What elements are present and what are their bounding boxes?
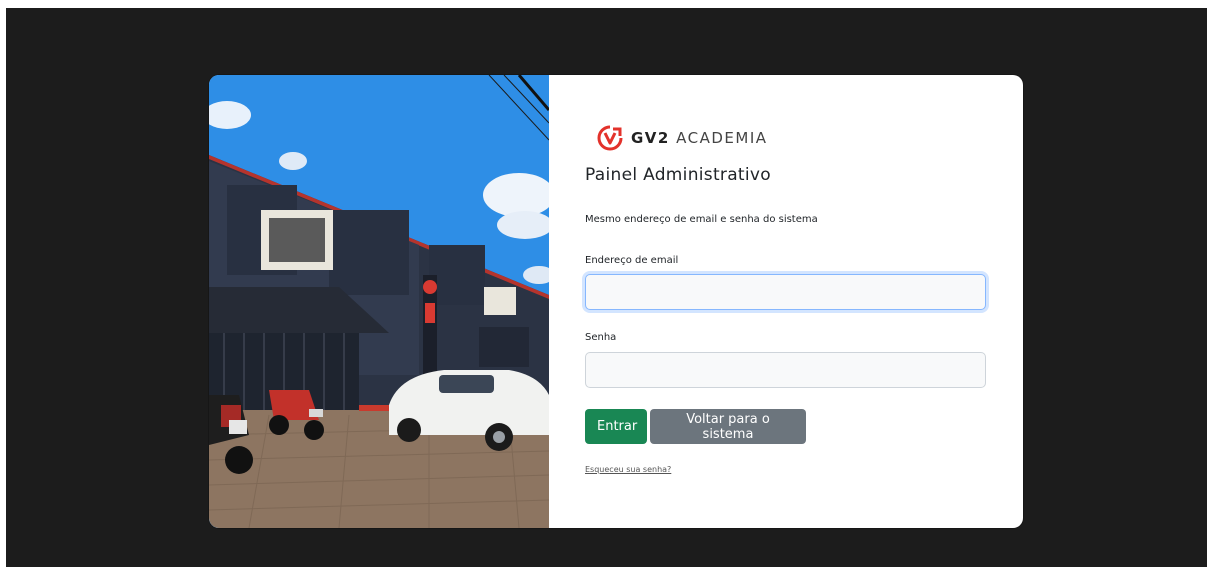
login-card: GV2 ACADEMIA Painel Administrativo Mesmo… xyxy=(209,75,1023,528)
back-to-system-button[interactable]: Voltar para o sistema xyxy=(650,409,806,444)
page-title: Painel Administrativo xyxy=(585,165,771,185)
brand-logo: GV2 ACADEMIA xyxy=(597,125,768,151)
login-form: GV2 ACADEMIA Painel Administrativo Mesmo… xyxy=(585,75,986,528)
modal-backdrop: GV2 ACADEMIA Painel Administrativo Mesmo… xyxy=(6,8,1207,567)
email-field[interactable] xyxy=(585,274,986,310)
password-field[interactable] xyxy=(585,352,986,388)
login-button[interactable]: Entrar xyxy=(585,409,647,444)
brand-name: GV2 ACADEMIA xyxy=(631,129,768,147)
brand-rest: ACADEMIA xyxy=(676,129,768,147)
email-label: Endereço de email xyxy=(585,255,679,266)
gv2-logo-icon xyxy=(597,125,623,151)
gym-building-photo xyxy=(209,75,549,528)
brand-strong: GV2 xyxy=(631,129,670,147)
forgot-password-link[interactable]: Esqueceu sua senha? xyxy=(585,465,671,474)
password-label: Senha xyxy=(585,332,617,343)
login-subtitle: Mesmo endereço de email e senha do siste… xyxy=(585,214,818,225)
